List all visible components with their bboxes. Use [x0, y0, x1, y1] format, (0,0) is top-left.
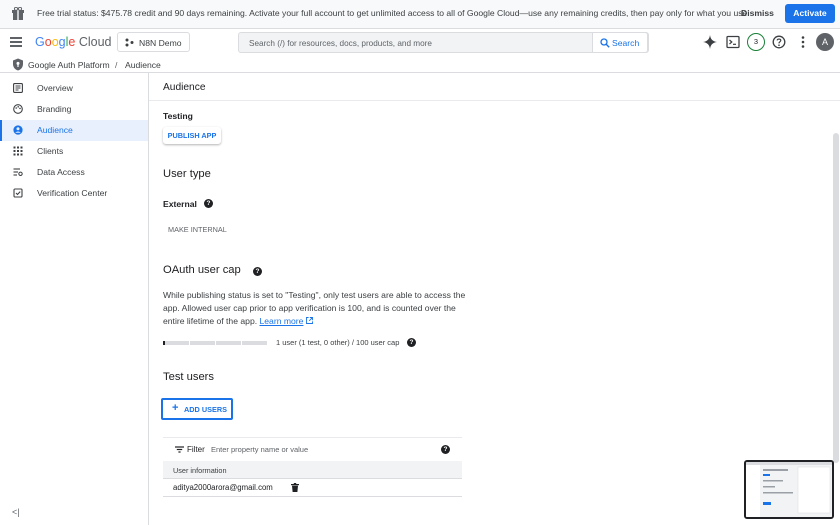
sidebar-item-label: Audience	[37, 125, 73, 135]
sidebar-item-label: Overview	[37, 83, 73, 93]
breadcrumb-root[interactable]: Google Auth Platform	[28, 60, 110, 70]
project-icon	[125, 38, 134, 47]
search-bar: Search	[238, 32, 649, 53]
table-row: aditya2000arora@gmail.com	[163, 479, 462, 497]
breadcrumb: Google Auth Platform / Audience	[0, 56, 840, 73]
help-icon[interactable]: ?	[253, 267, 262, 276]
help-icon[interactable]: ?	[441, 445, 450, 454]
avatar[interactable]: A	[816, 33, 834, 51]
dismiss-button[interactable]: Dismiss	[741, 8, 774, 18]
sidebar-item-verification-center[interactable]: Verification Center	[0, 183, 148, 204]
person-icon	[13, 125, 23, 135]
grid-icon	[13, 146, 23, 156]
shield-icon	[13, 58, 23, 71]
more-vert-icon[interactable]	[796, 35, 810, 49]
delete-icon[interactable]	[291, 483, 299, 492]
preview-image	[746, 462, 832, 517]
sidebar-item-clients[interactable]: Clients	[0, 141, 148, 162]
search-input[interactable]	[249, 36, 589, 50]
filter-icon	[175, 446, 184, 453]
trial-status-text: Free trial status: $475.78 credit and 90…	[37, 8, 750, 18]
column-header-user-information[interactable]: User information	[173, 466, 227, 475]
notifications-badge[interactable]: 3	[747, 33, 765, 51]
sidebar-item-label: Clients	[37, 146, 64, 156]
learn-more-link[interactable]: Learn more	[260, 316, 304, 326]
external-link-icon	[305, 317, 313, 325]
google-cloud-logo[interactable]: Google Cloud	[35, 35, 111, 49]
activate-button[interactable]: Activate	[785, 4, 835, 23]
gemini-sparkle-icon[interactable]	[703, 35, 717, 49]
search-icon	[600, 38, 610, 48]
sidebar-item-label: Data Access	[37, 167, 85, 177]
main-content: Audience Testing PUBLISH APP User type E…	[149, 73, 840, 525]
help-icon[interactable]: ?	[204, 199, 213, 208]
breadcrumb-current: Audience	[125, 60, 161, 70]
divider	[149, 100, 840, 101]
add-users-button[interactable]: + ADD USERS	[161, 398, 233, 420]
sidebar-item-data-access[interactable]: Data Access	[0, 162, 148, 183]
publish-app-button[interactable]: PUBLISH APP	[163, 127, 221, 144]
sidebar-item-audience[interactable]: Audience	[0, 120, 148, 141]
sidebar-item-branding[interactable]: Branding	[0, 99, 148, 120]
menu-icon[interactable]	[10, 37, 22, 47]
page-title: Audience	[163, 82, 206, 93]
oauth-user-cap-heading: OAuth user cap	[163, 264, 241, 276]
data-access-icon	[13, 168, 23, 177]
user-type-value: External	[163, 199, 197, 209]
make-internal-button[interactable]: MAKE INTERNAL	[168, 225, 227, 234]
top-header: Google Cloud N8N Demo Search 3 A	[0, 29, 840, 56]
project-selector[interactable]: N8N Demo	[117, 32, 190, 52]
user-cap-description: While publishing status is set to "Testi…	[163, 290, 466, 327]
collapse-sidebar-button[interactable]: <|	[12, 507, 20, 517]
test-users-heading: Test users	[163, 371, 214, 383]
user-cap-progress-bar	[163, 341, 267, 345]
help-icon[interactable]: ?	[407, 338, 416, 347]
sidebar-item-label: Branding	[37, 104, 72, 114]
plus-icon: +	[172, 402, 179, 414]
palette-icon	[13, 104, 23, 114]
scrollbar[interactable]	[833, 133, 839, 463]
user-type-heading: User type	[163, 168, 211, 180]
verified-icon	[13, 188, 23, 198]
user-cap-progress-fill	[163, 341, 165, 345]
filter-input[interactable]	[211, 443, 411, 456]
breadcrumb-separator: /	[115, 60, 118, 70]
cloud-shell-icon[interactable]	[726, 35, 740, 49]
publishing-status: Testing	[163, 111, 193, 121]
sidebar: Overview Branding Audience Clients Data …	[0, 73, 149, 525]
search-button[interactable]: Search	[592, 32, 648, 53]
user-cap-usage: 1 user (1 test, 0 other) / 100 user cap	[276, 338, 400, 347]
gift-icon	[12, 7, 24, 20]
user-email: aditya2000arora@gmail.com	[173, 483, 273, 492]
project-name: N8N Demo	[139, 38, 182, 48]
sidebar-item-overview[interactable]: Overview	[0, 78, 148, 99]
table-filter: Filter ?	[163, 437, 462, 461]
screen-preview-thumbnail[interactable]	[744, 460, 834, 519]
filter-label: Filter	[187, 445, 205, 454]
dashboard-icon	[13, 83, 23, 93]
table-header: User information	[163, 461, 462, 479]
trial-banner: Free trial status: $475.78 credit and 90…	[0, 0, 840, 29]
help-icon[interactable]	[772, 35, 786, 49]
sidebar-item-label: Verification Center	[37, 188, 108, 198]
